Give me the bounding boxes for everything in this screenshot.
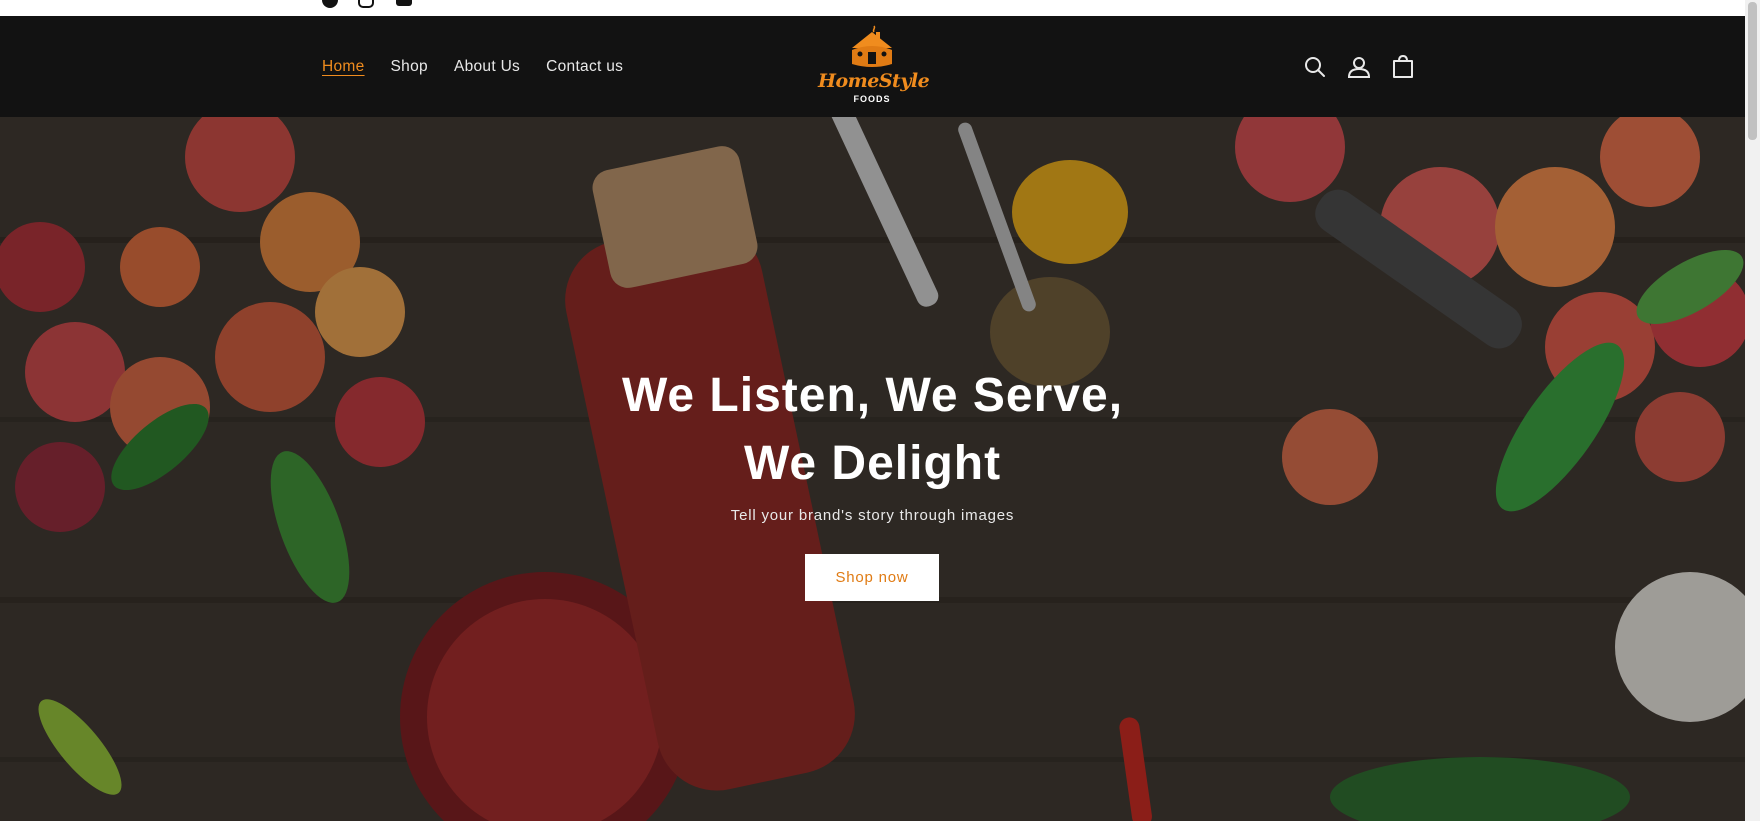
hero-title-line-2: We Delight — [743, 437, 1002, 490]
nav-contact-us[interactable]: Contact us — [546, 58, 623, 76]
nav-shop[interactable]: Shop — [391, 58, 428, 76]
logo-sub-text: FOODS — [853, 94, 891, 104]
site-header: Home Shop About Us Contact us HomeStyle … — [0, 16, 1745, 118]
cart-icon[interactable] — [1390, 54, 1416, 80]
nav-about-us[interactable]: About Us — [454, 58, 520, 76]
facebook-icon[interactable] — [322, 0, 338, 8]
social-strip — [0, 0, 1745, 16]
account-icon[interactable] — [1346, 54, 1372, 80]
nav-home[interactable]: Home — [322, 58, 365, 76]
site-logo[interactable]: HomeStyle FOODS — [818, 24, 930, 112]
main-nav: Home Shop About Us Contact us — [322, 16, 623, 117]
hero-subtitle: Tell your brand's story through images — [730, 507, 1015, 524]
house-logo-icon — [852, 25, 892, 67]
instagram-icon[interactable] — [358, 0, 374, 8]
scrollbar-thumb[interactable] — [1748, 2, 1757, 140]
youtube-icon[interactable] — [396, 0, 412, 8]
search-icon[interactable] — [1302, 54, 1328, 80]
header-icons — [1302, 16, 1416, 117]
logo-brand-text: HomeStyle — [818, 70, 930, 92]
shop-now-button[interactable]: Shop now — [805, 554, 939, 601]
hero-title-line-1: We Listen, We Serve, — [621, 369, 1124, 422]
page-scrollbar[interactable] — [1745, 0, 1760, 821]
hero-banner: We Listen, We Serve, We Delight Tell you… — [0, 117, 1745, 821]
hero-title: We Listen, We Serve, We Delight — [520, 362, 1225, 498]
